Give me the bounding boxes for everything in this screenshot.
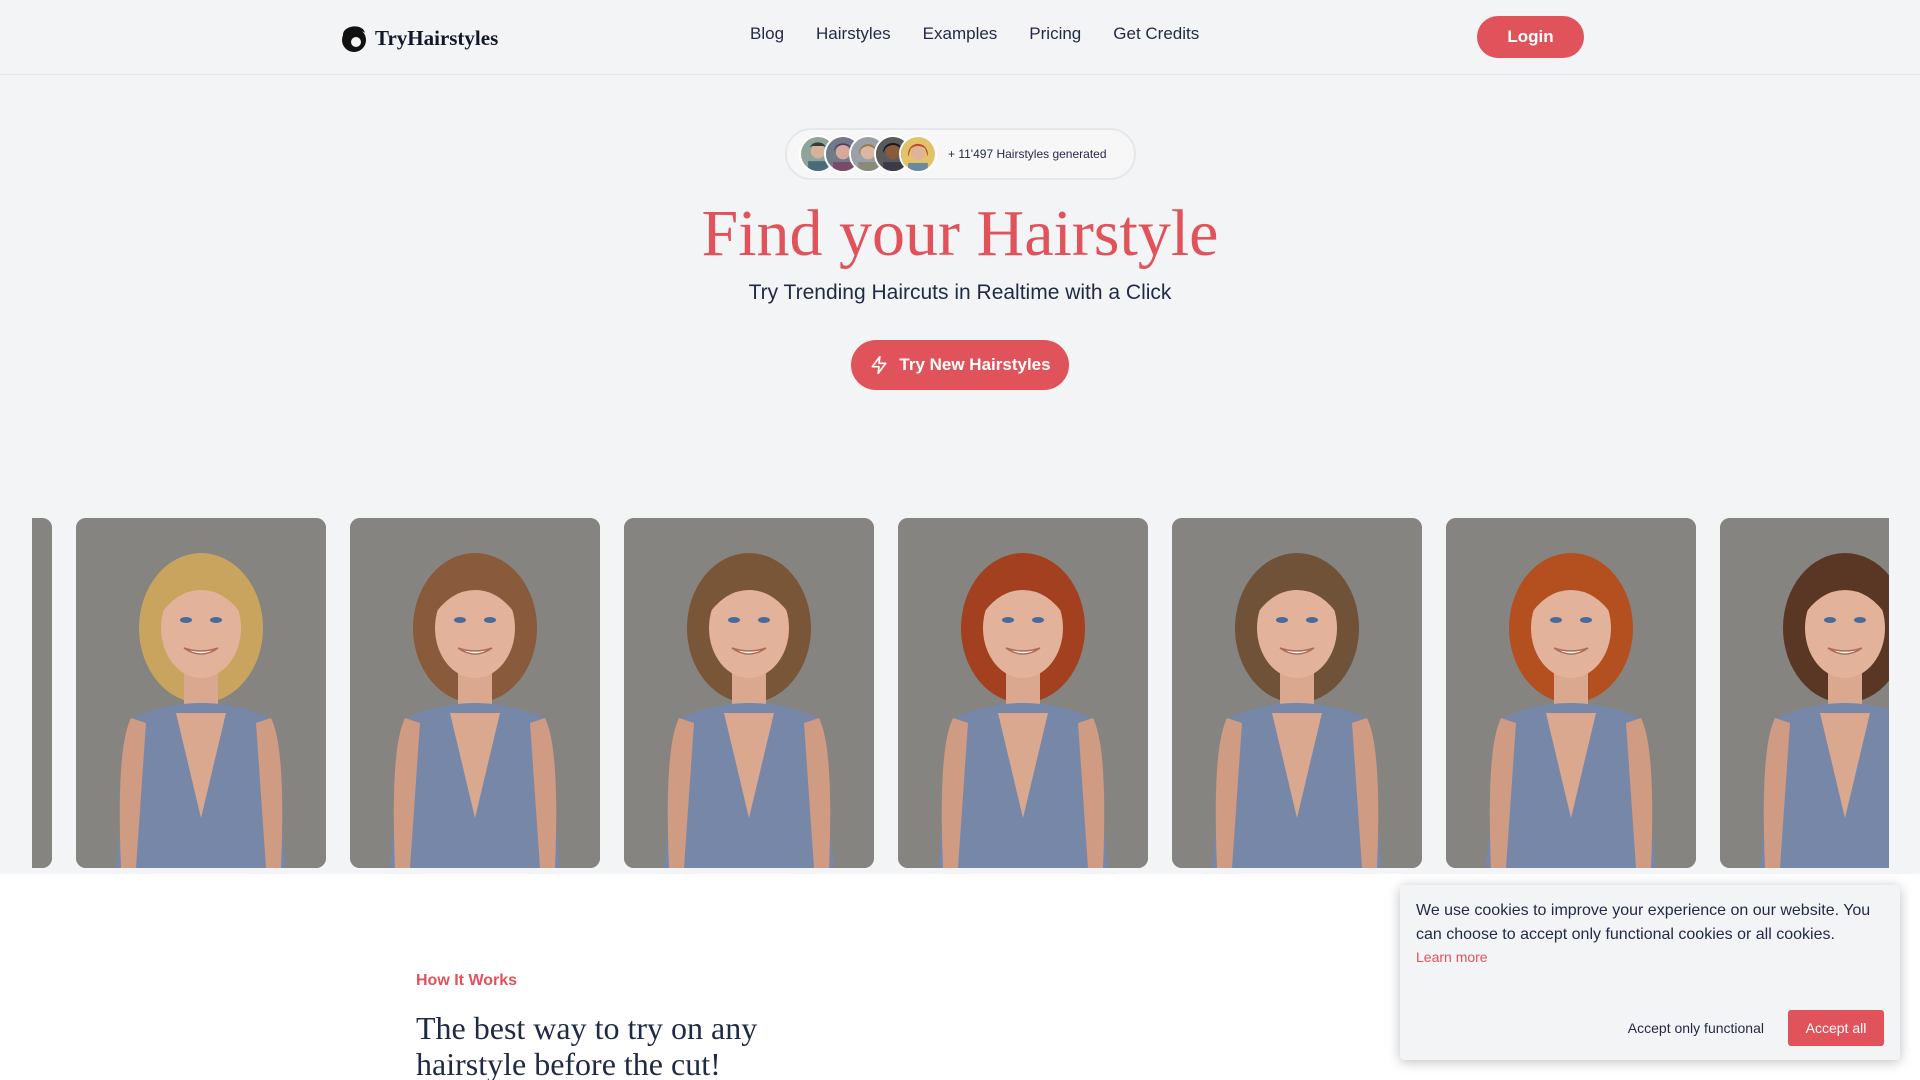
hairstyle-image-red-updo <box>898 518 1148 868</box>
section-title: The best way to try on any hairstyle bef… <box>416 1010 758 1080</box>
nav-blog[interactable]: Blog <box>750 24 784 44</box>
site-header: TryHairstyles Blog Hairstyles Examples P… <box>0 0 1920 75</box>
lightning-icon <box>871 355 887 375</box>
hairstyle-image-partial <box>32 518 52 868</box>
hairstyle-gallery <box>32 518 1889 868</box>
accept-all-button[interactable]: Accept all <box>1788 1010 1884 1046</box>
nav-get-credits[interactable]: Get Credits <box>1113 24 1199 44</box>
generated-count-badge: + 11'497 Hairstyles generated <box>785 128 1136 180</box>
accept-functional-button[interactable]: Accept only functional <box>1628 1020 1764 1036</box>
section-label: How It Works <box>416 972 518 989</box>
hairstyle-image-side-bun <box>1720 518 1889 868</box>
hairstyle-image-blonde-curls <box>76 518 326 868</box>
hairstyle-image-braid <box>1172 518 1422 868</box>
logo-text: TryHairstyles <box>375 25 499 50</box>
hero-subtitle: Try Trending Haircuts in Realtime with a… <box>748 281 1172 304</box>
hairstyle-image-copper-bob <box>1446 518 1696 868</box>
main-nav: Blog Hairstyles Examples Pricing Get Cre… <box>750 24 1199 44</box>
avatar-group <box>799 135 937 173</box>
learn-more-link[interactable]: Learn more <box>1416 949 1884 965</box>
hairstyle-image-long-straight <box>350 518 600 868</box>
nav-pricing[interactable]: Pricing <box>1029 24 1081 44</box>
avatar <box>899 135 937 173</box>
try-new-hairstyles-button[interactable]: Try New Hairstyles <box>851 340 1069 390</box>
login-button[interactable]: Login <box>1477 16 1584 58</box>
cookie-actions: Accept only functional Accept all <box>1628 1010 1884 1046</box>
logo-icon <box>342 26 366 52</box>
hero-title: Find your Hairstyle <box>701 197 1219 270</box>
nav-examples[interactable]: Examples <box>923 24 998 44</box>
logo-link[interactable]: TryHairstyles <box>337 20 498 56</box>
nav-hairstyles[interactable]: Hairstyles <box>816 24 891 44</box>
hairstyle-image-messy-bun <box>624 518 874 868</box>
cookie-text: We use cookies to improve your experienc… <box>1416 902 1871 943</box>
cookie-banner: We use cookies to improve your experienc… <box>1400 885 1900 1060</box>
cta-label: Try New Hairstyles <box>899 355 1051 374</box>
generated-count-text: + 11'497 Hairstyles generated <box>948 147 1107 161</box>
